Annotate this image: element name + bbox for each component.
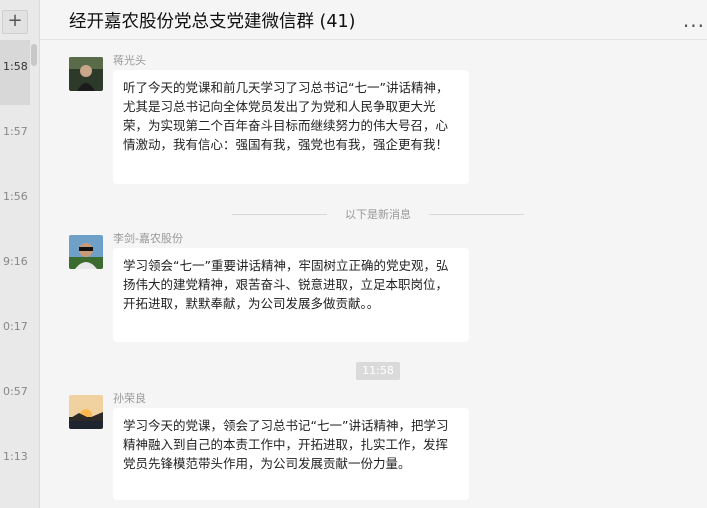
conversation-item[interactable]: 1:58: [0, 40, 30, 105]
conversation-time: 1:57: [3, 125, 28, 138]
conversation-times: 1:58 1:57 1:56 9:16 0:17 0:57 1:13: [0, 40, 30, 495]
message-bubble[interactable]: 学习领会“七一”重要讲话精神，牢固树立正确的党史观，弘扬伟大的建党精神，艰苦奋斗…: [113, 248, 469, 342]
divider-line: [429, 214, 524, 215]
conversation-item[interactable]: 1:57: [0, 105, 30, 170]
sender-name: 孙荣良: [113, 392, 146, 405]
avatar[interactable]: [69, 235, 103, 269]
conversation-item[interactable]: 9:16: [0, 235, 30, 300]
conversation-time: 9:16: [3, 255, 28, 268]
more-options-icon[interactable]: ...: [683, 8, 705, 32]
conversation-time: 0:57: [3, 385, 28, 398]
avatar[interactable]: [69, 395, 103, 429]
message-bubble[interactable]: 学习今天的党课，领会了习总书记“七一”讲话精神，把学习精神融入到自己的本责工作中…: [113, 408, 469, 500]
conversation-time: 1:56: [3, 190, 28, 203]
conversation-item[interactable]: 0:57: [0, 365, 30, 430]
time-stamp: 11:58: [356, 362, 400, 380]
sender-name: 李剑-嘉农股份: [113, 232, 183, 245]
conversation-list-strip: + 1:58 1:57 1:56 9:16 0:17 0:57 1:13: [0, 0, 40, 508]
conversation-item[interactable]: 0:17: [0, 300, 30, 365]
conversation-time: 0:17: [3, 320, 28, 333]
sender-name: 蒋光头: [113, 54, 146, 67]
conversation-time: 1:13: [3, 450, 28, 463]
conversation-scrollbar[interactable]: [31, 44, 37, 66]
avatar[interactable]: [69, 57, 103, 91]
chat-title: 经开嘉农股份党总支党建微信群 (41): [69, 12, 356, 32]
new-messages-divider: 以下是新消息: [232, 206, 524, 222]
conversation-item[interactable]: 1:13: [0, 430, 30, 495]
chat-header: 经开嘉农股份党总支党建微信群 (41) ...: [40, 0, 707, 40]
message-bubble[interactable]: 听了今天的党课和前几天学习了习总书记“七一”讲话精神，尤其是习总书记向全体党员发…: [113, 70, 469, 184]
conversation-time: 1:58: [3, 60, 28, 73]
add-button[interactable]: +: [2, 10, 28, 34]
conversation-item[interactable]: 1:56: [0, 170, 30, 235]
